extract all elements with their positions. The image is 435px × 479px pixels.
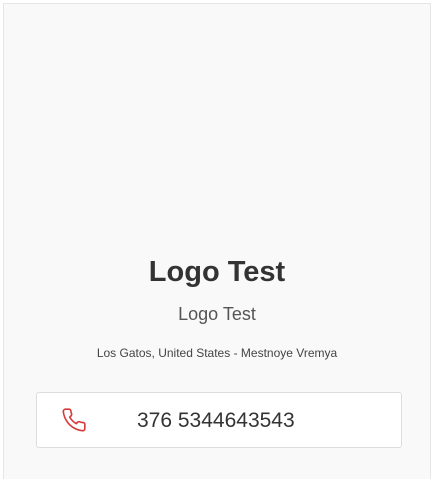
profile-name: Logo Test xyxy=(148,256,286,288)
profile-location: Los Gatos, United States - Mestnoye Vrem… xyxy=(96,346,338,360)
phone-call-button[interactable]: 376 5344643543 xyxy=(36,392,402,448)
phone-icon xyxy=(61,407,87,433)
profile-card: Logo Test Logo Test Los Gatos, United St… xyxy=(3,3,431,479)
phone-number: 376 5344643543 xyxy=(137,409,295,432)
profile-subtitle: Logo Test xyxy=(178,304,256,324)
